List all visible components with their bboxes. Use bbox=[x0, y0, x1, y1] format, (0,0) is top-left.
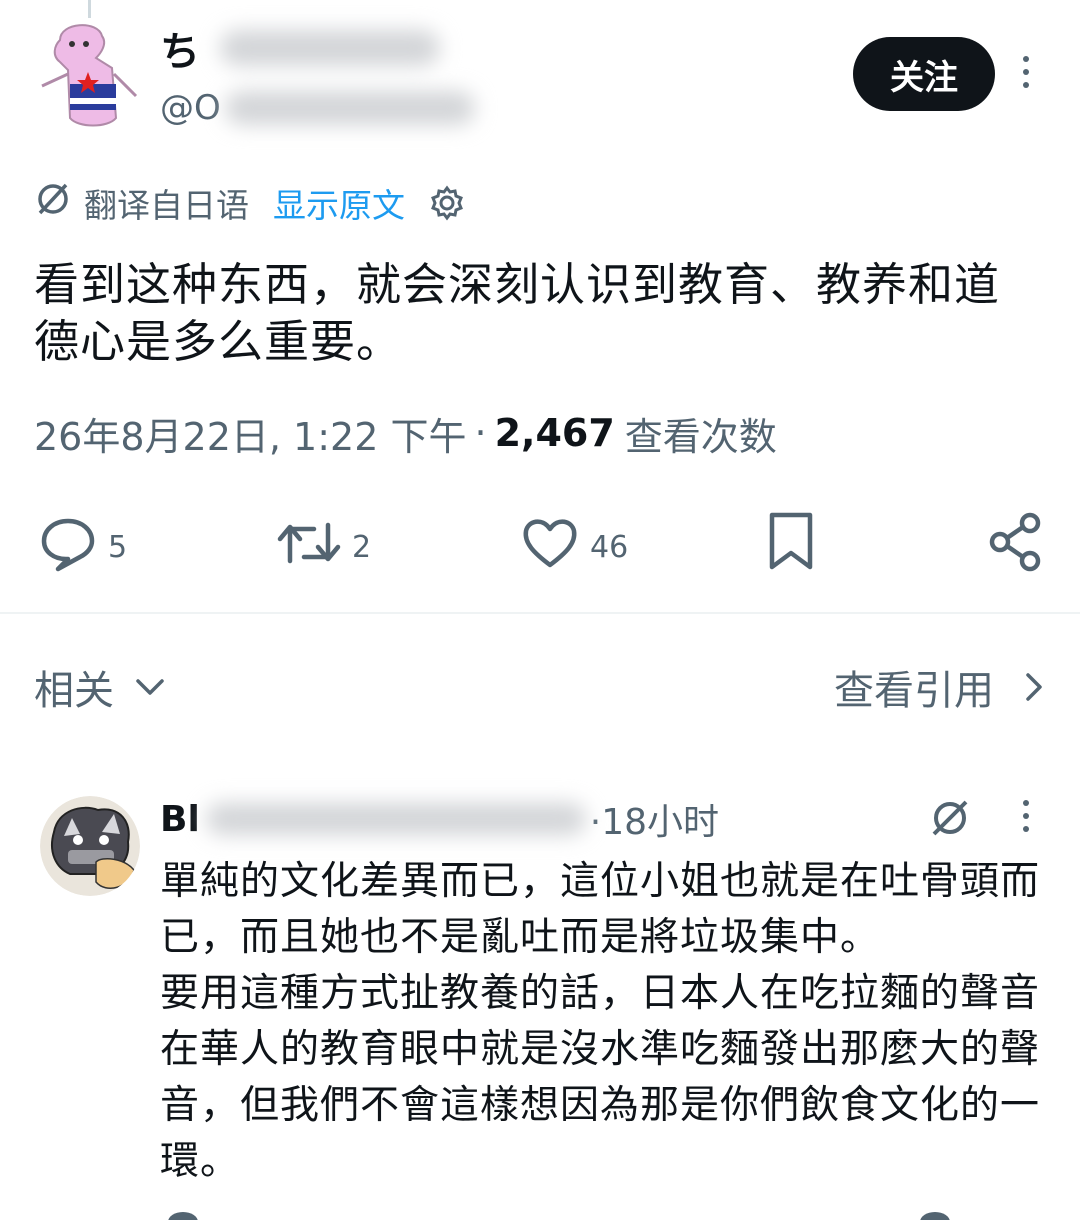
like-count: 46 bbox=[590, 529, 629, 565]
settings-icon[interactable] bbox=[427, 183, 467, 223]
bookmark-button[interactable] bbox=[766, 511, 816, 581]
share-button[interactable] bbox=[988, 511, 1044, 581]
tweet-meta: 26年8月22日, 1:22 下午 · 2,467 查看次数 bbox=[34, 404, 777, 462]
reply-icon bbox=[38, 513, 98, 581]
retweet-icon bbox=[276, 513, 342, 581]
related-label: 相关 bbox=[34, 668, 114, 714]
reply-time[interactable]: ·18小时 bbox=[590, 793, 719, 845]
redaction-blur bbox=[205, 803, 586, 835]
author-name[interactable]: ち bbox=[160, 20, 440, 76]
reply-icon-cut bbox=[168, 1212, 198, 1220]
share-icon bbox=[988, 511, 1044, 581]
like-icon bbox=[520, 513, 580, 581]
follow-button[interactable]: 关注 bbox=[853, 37, 995, 111]
author-name-text: ち bbox=[160, 29, 200, 75]
views-count: 2,467 bbox=[494, 411, 615, 455]
tweet-date[interactable]: 26年8月22日, 1:22 下午 bbox=[34, 406, 466, 461]
translate-icon bbox=[34, 180, 72, 226]
view-quotes-link[interactable]: 查看引用 bbox=[834, 658, 1046, 716]
meta-separator: · bbox=[474, 411, 487, 455]
reply-author-name[interactable]: Bl bbox=[160, 799, 200, 840]
bookmark-icon-cut bbox=[920, 1212, 950, 1220]
show-original-link[interactable]: 显示原文 bbox=[273, 179, 405, 227]
grok-icon[interactable] bbox=[928, 796, 972, 840]
view-quotes-label: 查看引用 bbox=[834, 668, 994, 714]
section-divider bbox=[0, 612, 1080, 614]
tweet-actions: 5 2 46 bbox=[0, 505, 1080, 575]
translation-row: 翻译自日语 显示原文 bbox=[34, 176, 467, 230]
reply-avatar[interactable] bbox=[40, 796, 140, 896]
author-handle-text: @O bbox=[160, 88, 221, 128]
redaction-blur bbox=[224, 91, 475, 125]
thread-line bbox=[88, 0, 91, 18]
reply-more-icon[interactable] bbox=[1020, 800, 1032, 832]
retweet-count: 2 bbox=[352, 529, 372, 565]
views-label: 查看次数 bbox=[624, 414, 777, 459]
retweet-button[interactable]: 2 bbox=[276, 513, 371, 581]
redaction-blur bbox=[220, 30, 440, 66]
reply-text: 單純的文化差異而已，這位小姐也就是在吐骨頭而已，而且她也不是亂吐而是將垃圾集中。… bbox=[160, 859, 1041, 1184]
chevron-down-icon bbox=[132, 669, 168, 705]
tweet-text: 看到这种东西，就会深刻认识到教育、教养和道德心是多么重要。 bbox=[34, 258, 1001, 368]
author-avatar[interactable] bbox=[38, 22, 148, 132]
chevron-right-icon bbox=[1022, 669, 1046, 705]
author-handle: @O bbox=[160, 80, 475, 136]
reply-count: 5 bbox=[108, 529, 128, 565]
related-dropdown[interactable]: 相关 bbox=[34, 658, 168, 716]
translation-label: 翻译自日语 bbox=[84, 186, 249, 225]
like-button[interactable]: 46 bbox=[520, 513, 628, 581]
more-icon[interactable] bbox=[1020, 56, 1032, 88]
reply-button[interactable]: 5 bbox=[38, 513, 127, 581]
bookmark-icon bbox=[766, 511, 816, 581]
reply-header: Bl ·18小时 bbox=[160, 792, 719, 846]
